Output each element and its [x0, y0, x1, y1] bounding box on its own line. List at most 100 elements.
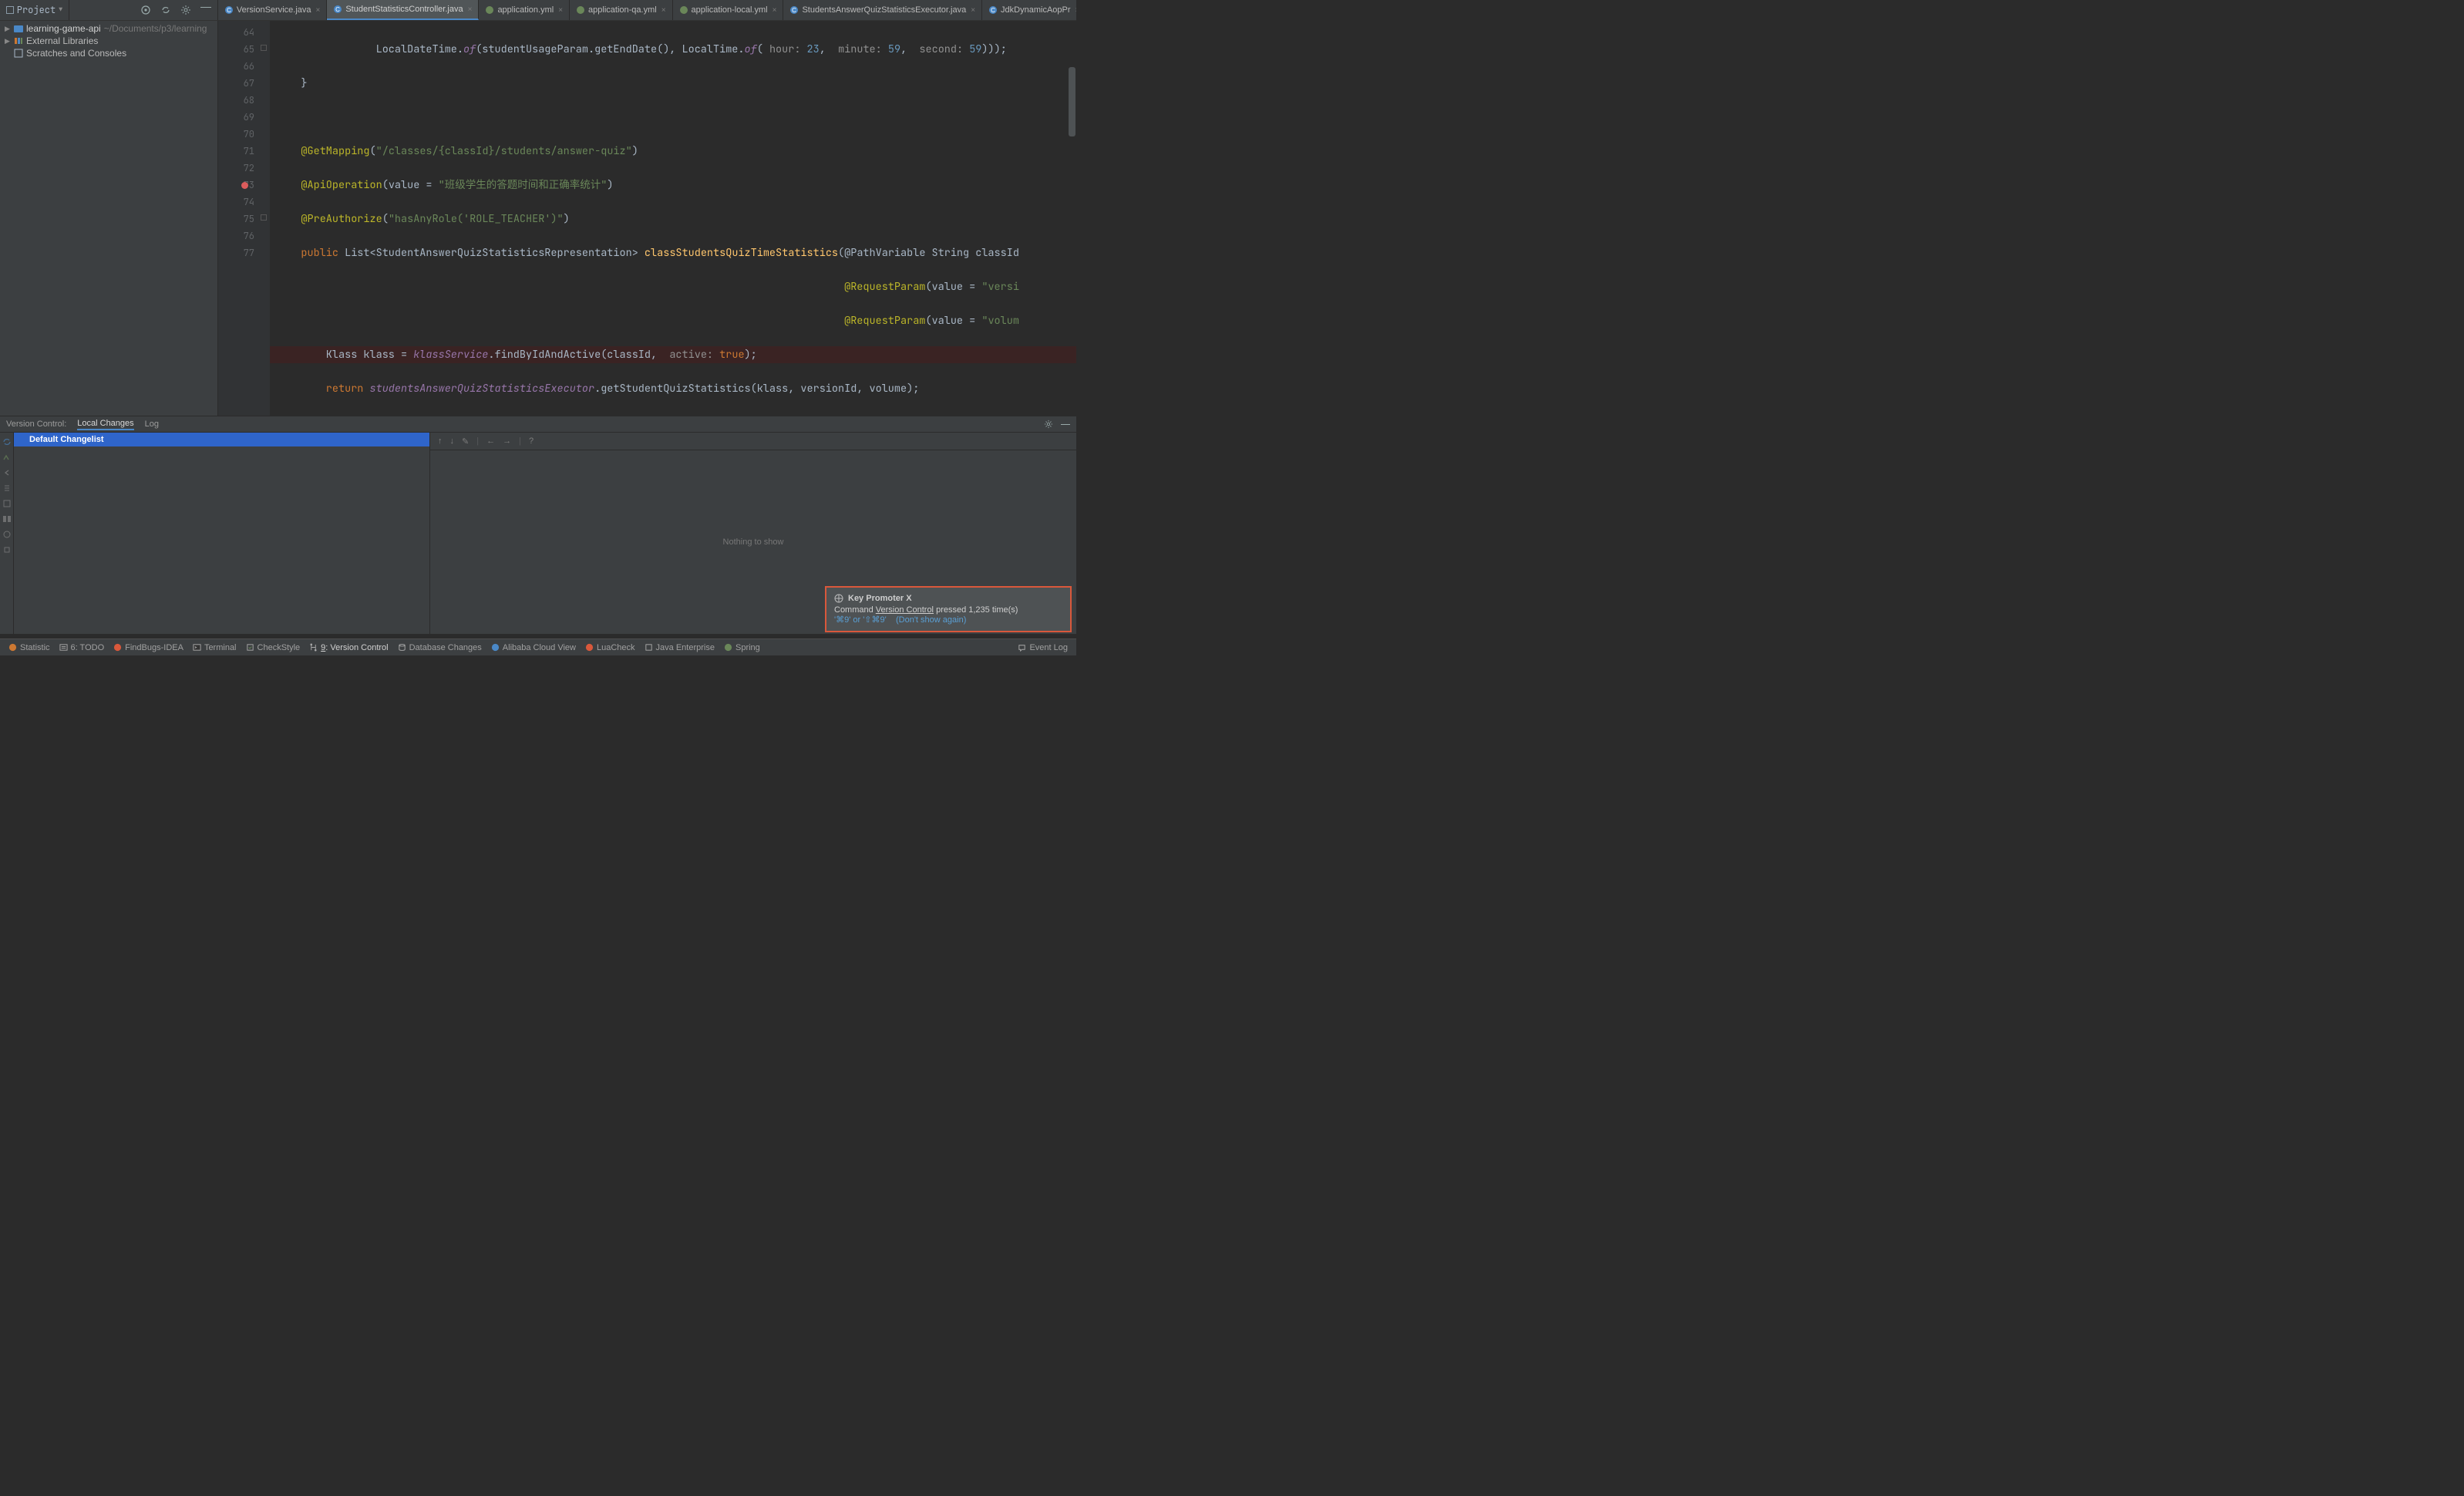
- gutter-line-73[interactable]: 73: [218, 177, 270, 194]
- tree-scratches-label: Scratches and Consoles: [26, 48, 126, 59]
- spring-icon: [724, 643, 732, 652]
- edit-icon[interactable]: ✎: [462, 436, 469, 446]
- close-icon[interactable]: ×: [316, 6, 321, 15]
- project-icon: [6, 6, 14, 14]
- java-class-icon: C: [789, 5, 799, 15]
- notification-line1: Command Version Control pressed 1,235 ti…: [834, 605, 1062, 615]
- gear-icon[interactable]: [1044, 419, 1053, 429]
- close-icon[interactable]: ×: [468, 5, 473, 14]
- editor-tab-6[interactable]: CJdkDynamicAopPr×: [982, 0, 1076, 20]
- vcs-toolbar: [0, 433, 14, 634]
- gutter-line-77[interactable]: 77: [218, 244, 270, 261]
- minimize-icon[interactable]: [200, 7, 211, 18]
- tree-external-libs[interactable]: ▶ External Libraries: [0, 35, 217, 47]
- tree-root[interactable]: ▶ learning-game-api ~/Documents/p3/learn…: [0, 22, 217, 35]
- locate-icon[interactable]: [140, 5, 151, 15]
- status-btn-todo[interactable]: 6: TODO: [56, 643, 109, 652]
- default-changelist[interactable]: Default Changelist: [14, 433, 429, 446]
- gutter-line-75[interactable]: 75: [218, 211, 270, 227]
- gutter-line-76[interactable]: 76: [218, 227, 270, 244]
- notification-dont-show-link[interactable]: (Don't show again): [896, 615, 966, 625]
- tab-label: VersionService.java: [237, 5, 311, 15]
- close-icon[interactable]: ×: [558, 6, 563, 15]
- breakpoint-icon[interactable]: [241, 182, 248, 189]
- gutter-line-66[interactable]: 66: [218, 58, 270, 75]
- jee-icon: [645, 643, 653, 652]
- scrollbar-thumb[interactable]: [1069, 67, 1075, 136]
- event-log-button[interactable]: Event Log: [1014, 643, 1072, 652]
- diff-icon[interactable]: [2, 484, 12, 493]
- editor-tab-1[interactable]: CStudentStatisticsController.java×: [327, 0, 479, 20]
- arrow-down-icon[interactable]: ↓: [450, 436, 455, 446]
- status-btn-terminal[interactable]: Terminal: [189, 643, 241, 652]
- project-dropdown[interactable]: Project ▼: [0, 0, 69, 20]
- chevron-right-icon: ▶: [5, 25, 11, 33]
- refresh-icon[interactable]: [160, 5, 171, 15]
- code-line-72: @RequestParam(value = "volum: [276, 312, 1076, 329]
- chevron-down-icon: ▼: [59, 6, 62, 14]
- gutter-line-70[interactable]: 70: [218, 126, 270, 143]
- gutter-line-69[interactable]: 69: [218, 109, 270, 126]
- code-line-71: @RequestParam(value = "versi: [276, 278, 1076, 295]
- gutter-line-67[interactable]: 67: [218, 75, 270, 92]
- status-btn-jee[interactable]: Java Enterprise: [641, 643, 719, 652]
- hide-icon[interactable]: [1061, 424, 1070, 425]
- close-icon[interactable]: ×: [971, 6, 975, 15]
- changelist-tree[interactable]: Default Changelist: [14, 433, 430, 634]
- editor-tab-2[interactable]: application.yml×: [479, 0, 570, 20]
- gutter-line-64[interactable]: 64: [218, 24, 270, 41]
- tree-scratches[interactable]: ▶ Scratches and Consoles: [0, 47, 217, 59]
- editor-tab-5[interactable]: CStudentsAnswerQuizStatisticsExecutor.ja…: [783, 0, 982, 20]
- gutter-line-74[interactable]: 74: [218, 194, 270, 211]
- gutter-line-65[interactable]: 65: [218, 41, 270, 58]
- status-btn-spring[interactable]: Spring: [720, 643, 764, 652]
- status-btn-lua[interactable]: LuaCheck: [581, 643, 639, 652]
- gutter-line-68[interactable]: 68: [218, 92, 270, 109]
- chevron-right-icon: ▶: [5, 37, 11, 45]
- java-class-icon: C: [988, 5, 998, 15]
- folder-icon: [14, 24, 23, 33]
- close-icon[interactable]: ×: [773, 6, 777, 15]
- arrow-left-icon[interactable]: ←: [486, 436, 495, 446]
- status-btn-checkstyle[interactable]: CheckStyle: [242, 643, 305, 652]
- yaml-file-icon: [576, 5, 585, 15]
- svg-text:C: C: [991, 7, 995, 14]
- vcs-title: Version Control:: [6, 419, 66, 429]
- status-btn-statistic[interactable]: Statistic: [5, 643, 54, 652]
- status-btn-vcs[interactable]: 9: Version Control: [305, 643, 392, 652]
- arrow-up-icon[interactable]: ↑: [438, 436, 443, 446]
- status-btn-db[interactable]: Database Changes: [394, 643, 486, 652]
- fold-icon[interactable]: [261, 214, 267, 221]
- gear-icon[interactable]: [180, 5, 191, 15]
- project-tree: ▶ learning-game-api ~/Documents/p3/learn…: [0, 21, 218, 416]
- code-area[interactable]: LocalDateTime.of(studentUsageParam.getEn…: [270, 21, 1076, 416]
- commit-icon[interactable]: [2, 453, 12, 462]
- status-btn-findbugs[interactable]: FindBugs-IDEA: [109, 643, 187, 652]
- gutter-line-72[interactable]: 72: [218, 160, 270, 177]
- close-icon[interactable]: ×: [661, 6, 666, 15]
- notification-key-promoter[interactable]: Key Promoter X Command Version Control p…: [825, 586, 1072, 632]
- editor-tab-3[interactable]: application-qa.yml×: [570, 0, 673, 20]
- editor-tab-4[interactable]: application-local.yml×: [673, 0, 784, 20]
- vcs-tab-log[interactable]: Log: [145, 419, 159, 430]
- rollback-icon[interactable]: [2, 468, 12, 477]
- close-icon[interactable]: ×: [1075, 6, 1076, 15]
- refresh-icon[interactable]: [2, 437, 12, 446]
- editor: 6465666768697071727374757677 LocalDateTi…: [218, 21, 1076, 416]
- notification-title: Key Promoter X: [848, 594, 912, 603]
- status-btn-ali[interactable]: Alibaba Cloud View: [487, 643, 580, 652]
- scrollbar[interactable]: [1069, 21, 1075, 416]
- expand-icon[interactable]: [2, 545, 12, 554]
- arrow-right-icon[interactable]: →: [503, 436, 511, 446]
- notification-shortcut-link[interactable]: '⌘9' or '⇧⌘9': [834, 615, 887, 625]
- code-line-64: LocalDateTime.of(studentUsageParam.getEn…: [276, 41, 1076, 58]
- help-icon[interactable]: ?: [529, 436, 534, 446]
- shelve-icon[interactable]: [2, 499, 12, 508]
- event-log-icon: [1018, 643, 1026, 652]
- changelist-icon[interactable]: [2, 530, 12, 539]
- group-icon[interactable]: [2, 514, 12, 524]
- vcs-tab-local-changes[interactable]: Local Changes: [77, 419, 133, 430]
- gutter-line-71[interactable]: 71: [218, 143, 270, 160]
- fold-icon[interactable]: [261, 45, 267, 51]
- editor-tab-0[interactable]: CVersionService.java×: [218, 0, 327, 20]
